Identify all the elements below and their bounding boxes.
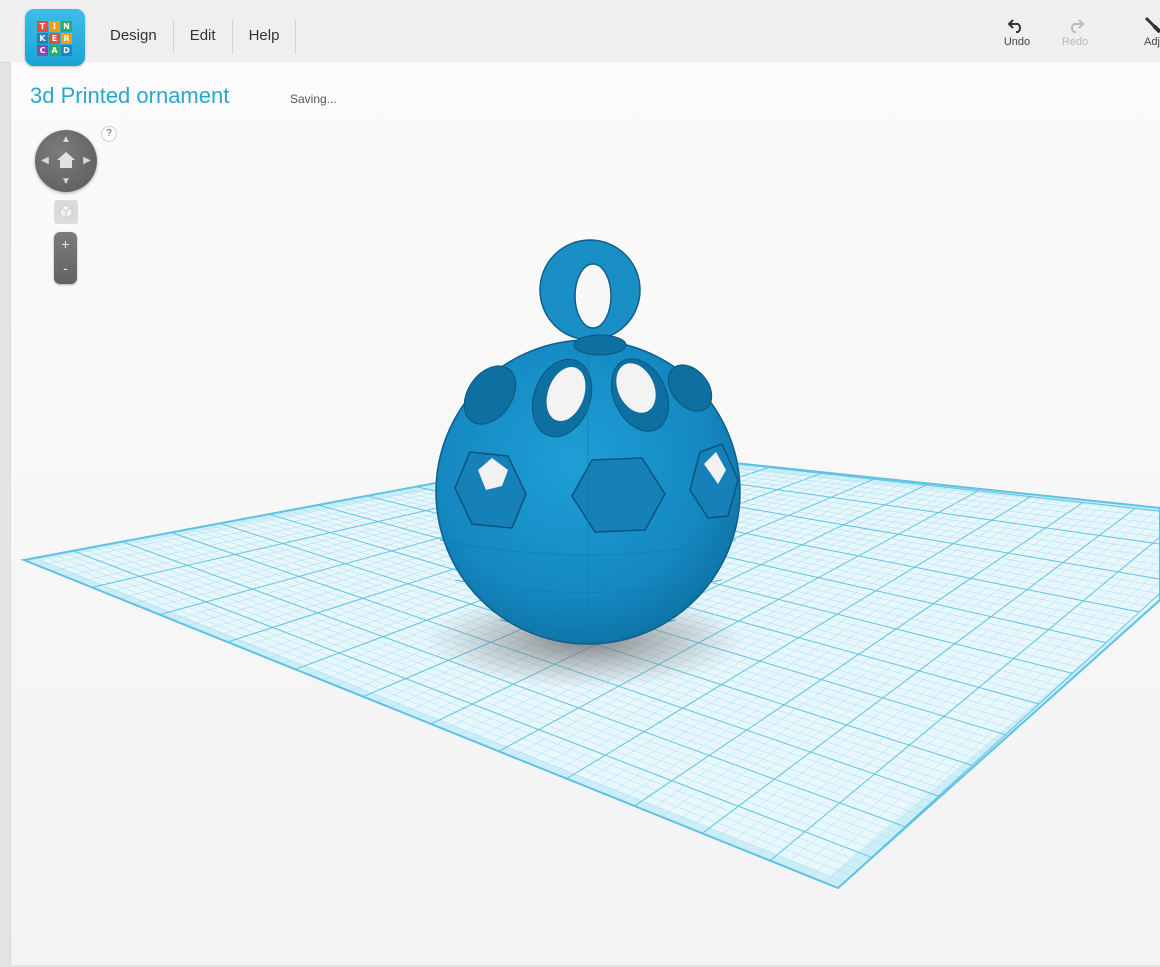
orbit-control[interactable]: ▲ ▼ ◀ ▶ — [35, 130, 97, 192]
logo-letter: R — [61, 33, 72, 44]
logo-letter: A — [49, 45, 60, 56]
logo-letter: T — [37, 21, 48, 32]
zoom-in-button[interactable]: + — [54, 232, 77, 256]
help-button[interactable]: ? — [101, 126, 117, 142]
logo-letter: K — [37, 33, 48, 44]
orbit-down-icon[interactable]: ▼ — [60, 176, 72, 188]
logo-letter: C — [37, 45, 48, 56]
ornament-ring-hole — [574, 263, 612, 329]
logo-letter: E — [49, 33, 60, 44]
3d-scene — [20, 239, 1160, 890]
zoom-out-button[interactable]: - — [54, 256, 77, 280]
home-icon[interactable] — [56, 151, 76, 169]
orbit-right-icon[interactable]: ▶ — [81, 155, 93, 167]
view-cube-button[interactable] — [54, 200, 78, 224]
zoom-control: + - — [54, 232, 77, 284]
logo-letter: I — [49, 21, 60, 32]
logo-letter: D — [61, 45, 72, 56]
ornament-model[interactable] — [435, 239, 741, 645]
cutout — [573, 334, 627, 356]
design-title[interactable]: 3d Printed ornament — [30, 83, 229, 109]
tinkercad-logo[interactable]: TIN KER CAD — [25, 9, 85, 66]
logo-letter: N — [61, 21, 72, 32]
orbit-left-icon[interactable]: ◀ — [39, 155, 51, 167]
orbit-up-icon[interactable]: ▲ — [60, 134, 72, 146]
cube-icon — [59, 204, 73, 219]
tinkercad-window: Design Edit Help Undo Redo Adj T I N K E… — [0, 0, 1160, 967]
save-status: Saving... — [290, 92, 337, 106]
logo-grid: TIN KER CAD — [37, 21, 73, 57]
